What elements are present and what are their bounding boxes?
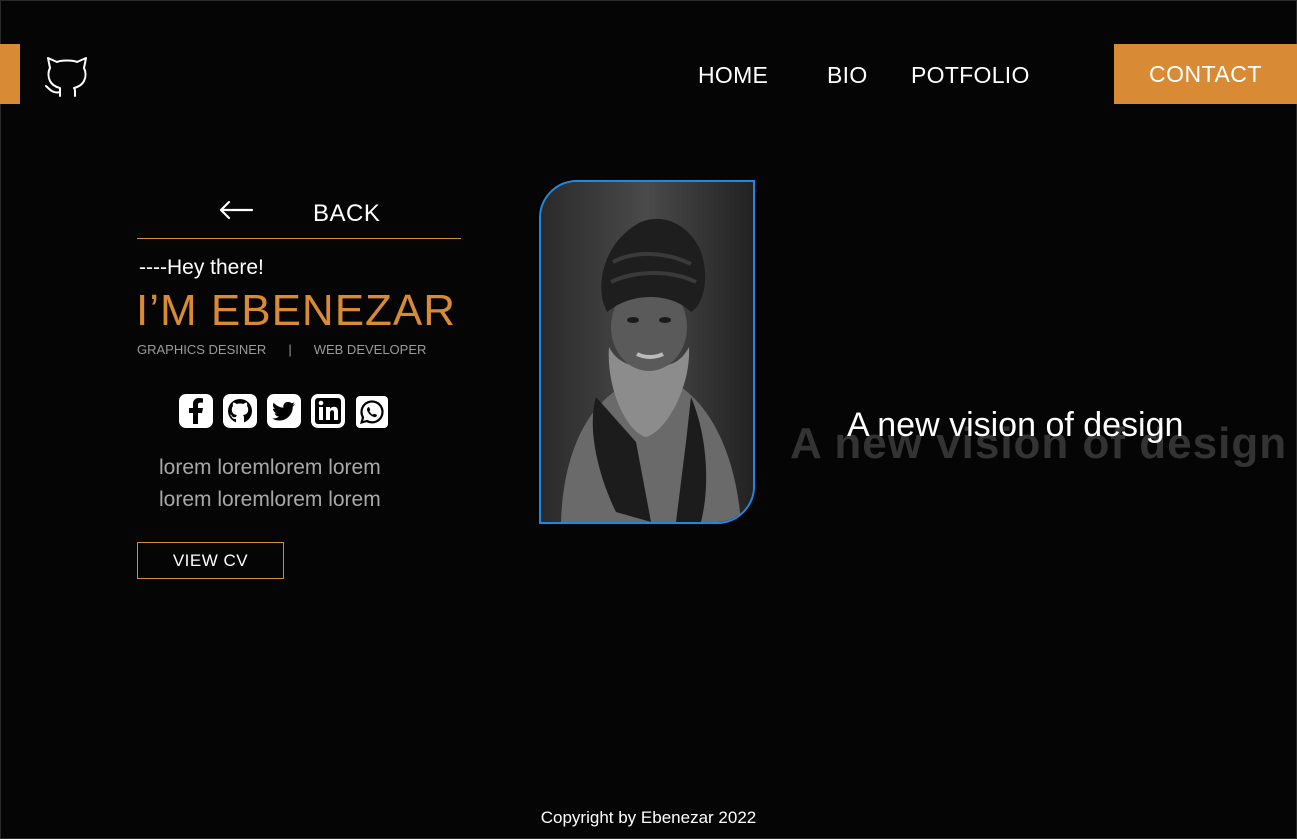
contact-button[interactable]: CONTACT — [1114, 44, 1297, 104]
hero-name: I’M EBENEZAR — [136, 286, 457, 335]
footer-copyright: Copyright by Ebenezar 2022 — [540, 808, 757, 827]
bio-line: lorem loremlorem lorem — [159, 488, 381, 511]
bio-line: lorem loremlorem lorem — [159, 456, 381, 479]
role-separator: | — [288, 342, 292, 357]
view-cv-button[interactable]: VIEW CV — [137, 542, 284, 579]
back-label: BACK — [313, 200, 381, 227]
portrait-photo — [539, 180, 755, 524]
role-graphics: GRAPHICS DESINER — [137, 342, 267, 357]
nav-home-link[interactable]: HOME — [698, 62, 768, 89]
role-web: WEB DEVELOPER — [313, 342, 427, 357]
whatsapp-icon[interactable] — [356, 396, 388, 428]
github-icon[interactable] — [223, 394, 257, 428]
back-button[interactable]: BACK — [218, 196, 468, 230]
facebook-icon[interactable] — [179, 394, 213, 428]
nav-bio-link[interactable]: BIO — [827, 62, 868, 89]
roles-line: GRAPHICS DESINER | WEB DEVELOPER — [137, 342, 426, 357]
left-accent-tab — [0, 44, 20, 104]
nav-portfolio-link[interactable]: POTFOLIO — [911, 62, 1030, 89]
linkedin-icon[interactable] — [311, 394, 345, 428]
section-divider — [137, 238, 461, 239]
twitter-icon[interactable] — [267, 394, 301, 428]
bio-text: lorem loremlorem lorem lorem loremlorem … — [159, 452, 459, 516]
greeting-text: ----Hey there! — [139, 256, 264, 279]
arrow-left-icon — [219, 200, 254, 220]
tagline-text: A new vision of design — [847, 406, 1184, 444]
github-logo-icon[interactable] — [44, 50, 90, 100]
